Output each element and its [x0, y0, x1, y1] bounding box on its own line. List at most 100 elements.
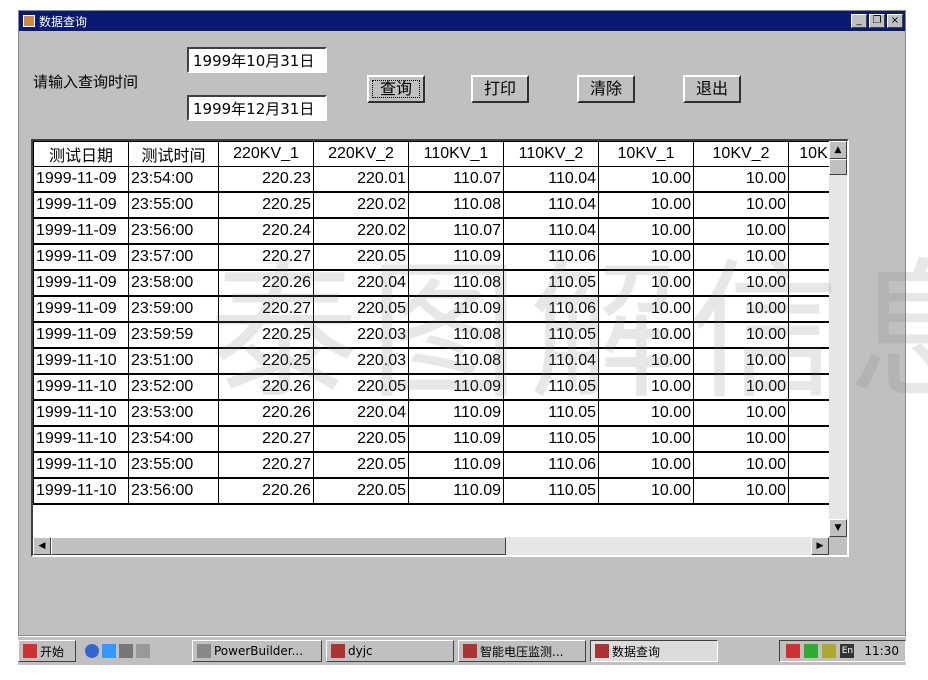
table-cell[interactable]: 23:54:00 [128, 166, 219, 193]
table-cell[interactable]: 23:58:00 [128, 269, 219, 297]
table-cell[interactable]: 220.05 [313, 425, 409, 453]
table-cell[interactable]: 1999-11-09 [33, 191, 129, 219]
desktop-icon[interactable] [136, 644, 150, 658]
column-header[interactable]: 测试时间 [128, 141, 219, 167]
table-cell[interactable]: 1999-11-09 [33, 295, 129, 323]
table-cell[interactable]: 110.04 [503, 347, 599, 375]
column-header[interactable]: 10KV_2 [693, 141, 789, 167]
end-date-input[interactable] [187, 95, 327, 121]
column-header[interactable]: 110KV_2 [503, 141, 599, 167]
table-cell[interactable]: 1999-11-10 [33, 477, 129, 505]
table-row[interactable]: 1999-11-10 23:54:00 220.27 220.05 110.09 110.… [33, 425, 839, 453]
table-cell[interactable]: 110.08 [408, 321, 504, 349]
network-icon[interactable] [804, 644, 819, 658]
table-cell[interactable]: 10.00 [693, 269, 789, 297]
table-cell[interactable]: 10.00 [598, 321, 694, 349]
table-row[interactable]: 1999-11-09 23:58:00 220.26 220.04 110.08 110.… [33, 269, 839, 297]
clock[interactable]: 11:30 [864, 644, 899, 658]
table-cell[interactable]: 23:53:00 [128, 399, 219, 427]
query-button[interactable]: 查询 [367, 75, 425, 103]
scroll-up-icon[interactable]: ▲ [829, 141, 847, 159]
table-cell[interactable]: 10.00 [693, 347, 789, 375]
table-cell[interactable]: 110.07 [408, 217, 504, 245]
table-cell[interactable]: 220.03 [313, 321, 409, 349]
start-date-input[interactable] [187, 47, 327, 73]
tray-app-icon[interactable] [786, 644, 801, 658]
table-cell[interactable]: 110.05 [503, 373, 599, 401]
table-cell[interactable]: 220.04 [313, 399, 409, 427]
table-row[interactable]: 1999-11-10 23:51:00 220.25 220.03 110.08 110.… [33, 347, 839, 375]
table-cell[interactable]: 110.09 [408, 451, 504, 479]
table-cell[interactable]: 1999-11-10 [33, 373, 129, 401]
table-cell[interactable]: 110.05 [503, 477, 599, 505]
table-cell[interactable]: 10.00 [598, 217, 694, 245]
taskbar-item-dyjc[interactable]: dyjc [326, 640, 454, 662]
language-icon[interactable]: En [840, 644, 855, 658]
table-cell[interactable]: 110.05 [503, 269, 599, 297]
ie-icon[interactable] [102, 644, 116, 658]
table-cell[interactable]: 220.05 [313, 451, 409, 479]
table-cell[interactable]: 110.05 [503, 321, 599, 349]
table-row[interactable]: 1999-11-09 23:59:59 220.25 220.03 110.08 110.… [33, 321, 839, 349]
scroll-left-icon[interactable]: ◀ [33, 537, 51, 555]
taskbar-item-data-query[interactable]: 数据查询 [590, 640, 718, 662]
table-cell[interactable]: 23:56:00 [128, 217, 219, 245]
table-cell[interactable]: 220.05 [313, 243, 409, 271]
restore-button[interactable]: ❐ [869, 14, 885, 28]
table-cell[interactable]: 23:54:00 [128, 425, 219, 453]
table-cell[interactable]: 1999-11-09 [33, 217, 129, 245]
table-cell[interactable]: 10.00 [598, 373, 694, 401]
table-cell[interactable]: 10.00 [693, 451, 789, 479]
table-cell[interactable]: 220.25 [218, 347, 314, 375]
table-cell[interactable]: 110.08 [408, 269, 504, 297]
title-bar[interactable]: 数据查询 _ ❐ × [19, 11, 905, 31]
table-cell[interactable]: 23:59:59 [128, 321, 219, 349]
table-cell[interactable]: 110.08 [408, 347, 504, 375]
taskbar-item-voltage-monitor[interactable]: 智能电压监测... [458, 640, 586, 662]
table-cell[interactable]: 110.05 [503, 399, 599, 427]
table-cell[interactable]: 10.00 [693, 321, 789, 349]
scroll-thumb-v[interactable] [829, 159, 847, 175]
table-cell[interactable]: 10.00 [598, 451, 694, 479]
table-cell[interactable]: 10.00 [693, 217, 789, 245]
table-cell[interactable]: 23:52:00 [128, 373, 219, 401]
table-cell[interactable]: 23:55:00 [128, 451, 219, 479]
table-cell[interactable]: 110.06 [503, 451, 599, 479]
table-cell[interactable]: 10.00 [598, 295, 694, 323]
table-cell[interactable]: 220.25 [218, 191, 314, 219]
volume-icon[interactable] [822, 644, 837, 658]
table-cell[interactable]: 220.26 [218, 399, 314, 427]
table-cell[interactable]: 23:56:00 [128, 477, 219, 505]
print-button[interactable]: 打印 [471, 75, 529, 103]
table-row[interactable]: 1999-11-09 23:56:00 220.24 220.02 110.07 110.… [33, 217, 839, 245]
table-cell[interactable]: 110.06 [503, 295, 599, 323]
table-cell[interactable]: 220.25 [218, 321, 314, 349]
table-cell[interactable]: 220.26 [218, 477, 314, 505]
table-cell[interactable]: 220.26 [218, 269, 314, 297]
scroll-right-icon[interactable]: ▶ [811, 537, 829, 555]
table-cell[interactable]: 10.00 [693, 425, 789, 453]
table-cell[interactable]: 110.09 [408, 243, 504, 271]
table-cell[interactable]: 1999-11-10 [33, 425, 129, 453]
browser-icon[interactable] [85, 644, 99, 658]
table-cell[interactable]: 110.08 [408, 191, 504, 219]
table-cell[interactable]: 110.09 [408, 425, 504, 453]
column-header[interactable]: 220KV_1 [218, 141, 314, 167]
table-cell[interactable]: 220.04 [313, 269, 409, 297]
table-row[interactable]: 1999-11-10 23:52:00 220.26 220.05 110.09 110.… [33, 373, 839, 401]
table-cell[interactable]: 10.00 [693, 477, 789, 505]
table-cell[interactable]: 1999-11-09 [33, 321, 129, 349]
outlook-icon[interactable] [119, 644, 133, 658]
table-row[interactable]: 1999-11-09 23:59:00 220.27 220.05 110.09 110.… [33, 295, 839, 323]
table-cell[interactable]: 110.09 [408, 399, 504, 427]
start-button[interactable]: 开始 [18, 640, 76, 662]
horizontal-scrollbar[interactable]: ◀ ▶ [33, 537, 829, 555]
table-cell[interactable]: 10.00 [598, 347, 694, 375]
table-cell[interactable]: 10.00 [598, 425, 694, 453]
data-grid[interactable]: 测试日期 测试时间 220KV_1 220KV_2 110KV_1 110KV_2 10KV… [31, 139, 849, 557]
table-cell[interactable]: 220.23 [218, 166, 314, 193]
table-row[interactable]: 1999-11-09 23:57:00 220.27 220.05 110.09 110.… [33, 243, 839, 271]
table-cell[interactable]: 220.05 [313, 477, 409, 505]
table-cell[interactable]: 110.09 [408, 295, 504, 323]
taskbar-item-powerbuilder[interactable]: PowerBuilder... [192, 640, 322, 662]
